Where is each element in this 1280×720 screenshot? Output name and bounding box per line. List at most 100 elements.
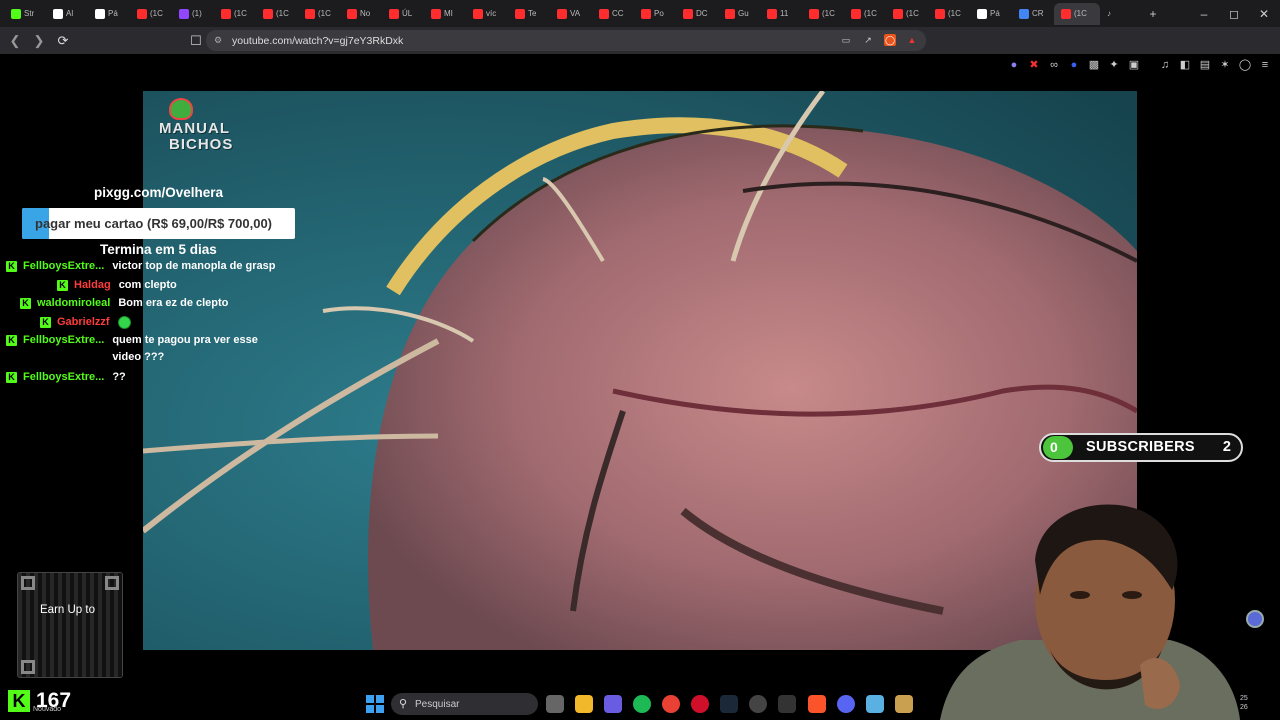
maximize-button[interactable]: ◻: [1219, 0, 1249, 27]
browser-tab[interactable]: Gu: [718, 3, 760, 25]
browser-tab[interactable]: (1C: [844, 3, 886, 25]
discord-icon[interactable]: [837, 695, 855, 713]
browser-tab[interactable]: (1C: [298, 3, 340, 25]
kick-badge-icon: K: [57, 280, 68, 291]
chat-message: K FellboysExtre... ??: [6, 371, 126, 386]
tab-favicon-icon: [389, 8, 399, 19]
browser-tab[interactable]: CR: [1012, 3, 1054, 25]
extension-icon[interactable]: ∞: [1046, 57, 1062, 73]
browser-tab[interactable]: víc: [466, 3, 508, 25]
browser-tab[interactable]: (1C: [886, 3, 928, 25]
qr-promo: Earn Up to: [17, 572, 123, 678]
brave-rewards-icon[interactable]: ▲: [906, 34, 918, 46]
browser-tab[interactable]: (1C: [928, 3, 970, 25]
tab-label: Po: [654, 9, 664, 18]
tab-favicon-icon: [11, 8, 21, 19]
browser-tab[interactable]: (1C: [802, 3, 844, 25]
browser-tab[interactable]: MI: [424, 3, 466, 25]
spotify-icon[interactable]: [633, 695, 651, 713]
chrome-icon[interactable]: [662, 695, 680, 713]
site-info-icon[interactable]: ⚙: [214, 35, 222, 46]
chameleon-icon: [169, 98, 193, 120]
tab-favicon-icon: [221, 8, 231, 19]
opera-icon[interactable]: [691, 695, 709, 713]
screenshot-icon[interactable]: ▣: [1126, 57, 1142, 73]
tab-label: víc: [486, 9, 497, 18]
windows-start-icon[interactable]: [366, 695, 384, 713]
tab-label: Gu: [738, 9, 749, 18]
wallet-icon[interactable]: ▤: [1197, 57, 1213, 73]
menu-icon[interactable]: ≡: [1257, 57, 1273, 73]
chat-text: com clepto: [118, 279, 177, 291]
browser-tab[interactable]: Te: [508, 3, 550, 25]
subscribers-widget: 0 SUBSCRIBERS 2: [1039, 433, 1243, 462]
add-person-icon[interactable]: [1246, 610, 1264, 628]
browser-tab[interactable]: Pá: [88, 3, 130, 25]
browser-tab[interactable]: ÚL: [382, 3, 424, 25]
close-window-button[interactable]: ✕: [1249, 0, 1279, 27]
webcam-feed: [940, 500, 1240, 720]
media-icon[interactable]: ♫: [1157, 57, 1173, 73]
tab-label: Al: [66, 9, 74, 18]
app-icon[interactable]: [749, 695, 767, 713]
browser-tab[interactable]: Po: [634, 3, 676, 25]
browser-tab[interactable]: VA: [550, 3, 592, 25]
browser-tab[interactable]: Str: [4, 3, 46, 25]
browser-tab[interactable]: No: [340, 3, 382, 25]
browser-tab[interactable]: Pá: [970, 3, 1012, 25]
new-tab-button[interactable]: +: [1138, 0, 1168, 27]
tab-favicon-icon: [263, 8, 273, 19]
brave-shields-icon[interactable]: ◯: [884, 34, 896, 46]
chat-message: K Gabrielzzf: [40, 316, 131, 329]
extension-icon[interactable]: ●: [1006, 57, 1022, 73]
ai-icon[interactable]: ✶: [1217, 57, 1233, 73]
browser-tab[interactable]: DC: [676, 3, 718, 25]
extension-icon[interactable]: ●: [1066, 57, 1082, 73]
taskbar-search[interactable]: ⚲ Pesquisar: [391, 693, 538, 715]
brave-icon[interactable]: [808, 695, 826, 713]
qr-earn-text: Earn Up to: [40, 604, 95, 616]
share-icon[interactable]: ↗: [862, 34, 874, 46]
forward-icon[interactable]: ❯: [29, 31, 49, 51]
reload-icon[interactable]: ⟳: [53, 31, 73, 51]
steam-icon[interactable]: [720, 695, 738, 713]
tab-favicon-icon: [1019, 8, 1029, 19]
task-view-icon[interactable]: [546, 695, 564, 713]
browser-tab[interactable]: CC: [592, 3, 634, 25]
browser-tab[interactable]: (1): [172, 3, 214, 25]
browser-tab[interactable]: (1C: [1054, 2, 1100, 25]
cast-icon[interactable]: ▭: [840, 34, 852, 46]
tab-favicon-icon: [851, 8, 861, 19]
chat-message: K FellboysExtre... quem te pagou pra ver…: [6, 334, 258, 366]
puzzle-icon[interactable]: ✦: [1106, 57, 1122, 73]
notepad-icon[interactable]: [866, 695, 884, 713]
sidebar-icon[interactable]: ◧: [1177, 57, 1193, 73]
browser-tab[interactable]: (1C: [214, 3, 256, 25]
browser-tab[interactable]: (1C: [256, 3, 298, 25]
tab-label: (1C: [276, 9, 289, 18]
browser-tab[interactable]: (1C: [130, 3, 172, 25]
channel-logo-line2: BICHOS: [169, 136, 234, 153]
back-icon[interactable]: ❮: [5, 31, 25, 51]
vpn-icon[interactable]: ◯: [1237, 57, 1253, 73]
browser-tab[interactable]: Al: [46, 3, 88, 25]
donation-goal-bar: pagar meu cartao (R$ 69,00/R$ 700,00): [22, 208, 295, 239]
emote-icon: [117, 316, 131, 329]
chat-message: K FellboysExtre... victor top de manopla…: [6, 260, 276, 275]
browser-tab[interactable]: 11: [760, 3, 802, 25]
tab-favicon-icon: [935, 8, 945, 19]
apps-icon[interactable]: [604, 695, 622, 713]
tab-label: No: [360, 9, 371, 18]
extension-icon[interactable]: ▩: [1086, 57, 1102, 73]
league-icon[interactable]: [895, 695, 913, 713]
address-bar[interactable]: ⚙ youtube.com/watch?v=gj7eY3RkDxk ▭ ↗ ◯ …: [206, 30, 926, 51]
tab-label: (1C: [948, 9, 961, 18]
extension-icon[interactable]: ✖: [1026, 57, 1042, 73]
file-explorer-icon[interactable]: [575, 695, 593, 713]
minimize-button[interactable]: –: [1189, 0, 1219, 27]
subscribers-right-count: 2: [1222, 439, 1231, 455]
bookmark-icon[interactable]: ☐: [186, 31, 206, 51]
app-icon[interactable]: [778, 695, 796, 713]
kick-badge-icon: K: [6, 335, 17, 346]
tab-audio-icon[interactable]: ♪: [1100, 3, 1120, 25]
